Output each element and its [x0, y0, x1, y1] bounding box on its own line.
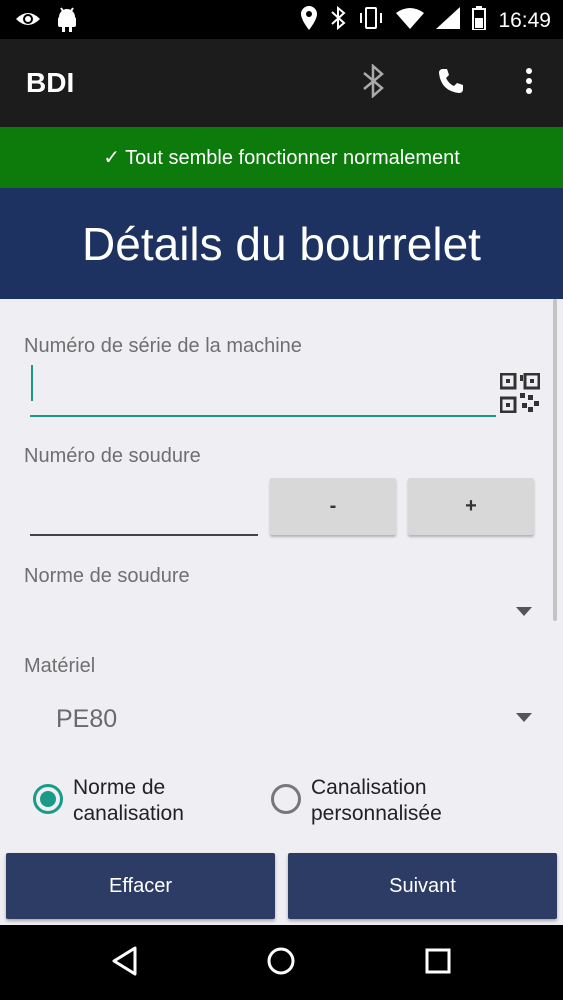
more-vert-icon: [525, 67, 533, 100]
vibrate-icon: [358, 7, 384, 34]
radio-norm-pipe[interactable]: Norme de canalisation: [33, 775, 233, 827]
app-bar: BDI: [0, 39, 563, 127]
status-bar: 16:49: [0, 0, 563, 39]
radio-norm-pipe-label: Norme de canalisation: [73, 776, 184, 825]
material-dropdown[interactable]: PE80: [24, 699, 544, 739]
bluetooth-icon: [330, 5, 346, 35]
location-icon: [300, 6, 318, 35]
bluetooth-icon: [362, 62, 384, 103]
app-title: BDI: [26, 67, 75, 98]
signal-icon: [436, 7, 461, 34]
wifi-icon: [396, 7, 425, 34]
serial-number-label: Numéro de série de la machine: [24, 335, 302, 357]
eye-icon: [14, 7, 42, 38]
home-button[interactable]: [263, 945, 299, 981]
next-button[interactable]: Suivant: [288, 853, 557, 919]
dropdown-arrow-icon: [516, 607, 532, 616]
battery-icon: [472, 6, 487, 35]
android-icon: [56, 7, 78, 38]
back-icon: [111, 946, 139, 981]
recents-icon: [424, 947, 452, 980]
text-cursor: [31, 365, 33, 401]
weld-number-input[interactable]: [30, 491, 258, 536]
page-header: Détails du bourrelet: [0, 188, 563, 299]
status-time: 16:49: [498, 8, 551, 32]
weld-norm-label: Norme de soudure: [24, 565, 190, 587]
bluetooth-action-button[interactable]: [357, 62, 389, 103]
page-title: Détails du bourrelet: [82, 217, 481, 270]
serial-number-input[interactable]: [30, 365, 496, 417]
home-icon: [266, 946, 296, 981]
back-button[interactable]: [107, 945, 143, 981]
radio-unchecked-icon: [271, 784, 301, 814]
navigation-bar: [0, 925, 563, 1000]
dropdown-arrow-icon: [516, 713, 532, 722]
radio-custom-pipe-label: Canalisation personnalisée: [311, 776, 442, 825]
weld-norm-dropdown[interactable]: [24, 593, 544, 633]
phone-action-button[interactable]: [435, 63, 467, 103]
status-banner: ✓ Tout semble fonctionner normalement: [0, 127, 563, 188]
material-value: PE80: [56, 705, 118, 733]
decrement-button[interactable]: -: [270, 478, 396, 535]
phone-icon: [437, 67, 465, 100]
radio-checked-icon: [33, 784, 63, 814]
form: Numéro de série de la machine Numéro de …: [0, 299, 563, 925]
qr-code-icon: [499, 372, 541, 417]
material-label: Matériel: [24, 655, 96, 677]
increment-button[interactable]: +: [408, 478, 534, 535]
more-options-button[interactable]: [513, 63, 545, 103]
clear-button[interactable]: Effacer: [6, 853, 275, 919]
qr-code-scan-button[interactable]: [499, 372, 541, 418]
weld-number-label: Numéro de soudure: [24, 445, 201, 467]
scrollbar[interactable]: [553, 299, 557, 621]
radio-custom-pipe[interactable]: Canalisation personnalisée: [271, 775, 471, 827]
recents-button[interactable]: [420, 945, 456, 981]
